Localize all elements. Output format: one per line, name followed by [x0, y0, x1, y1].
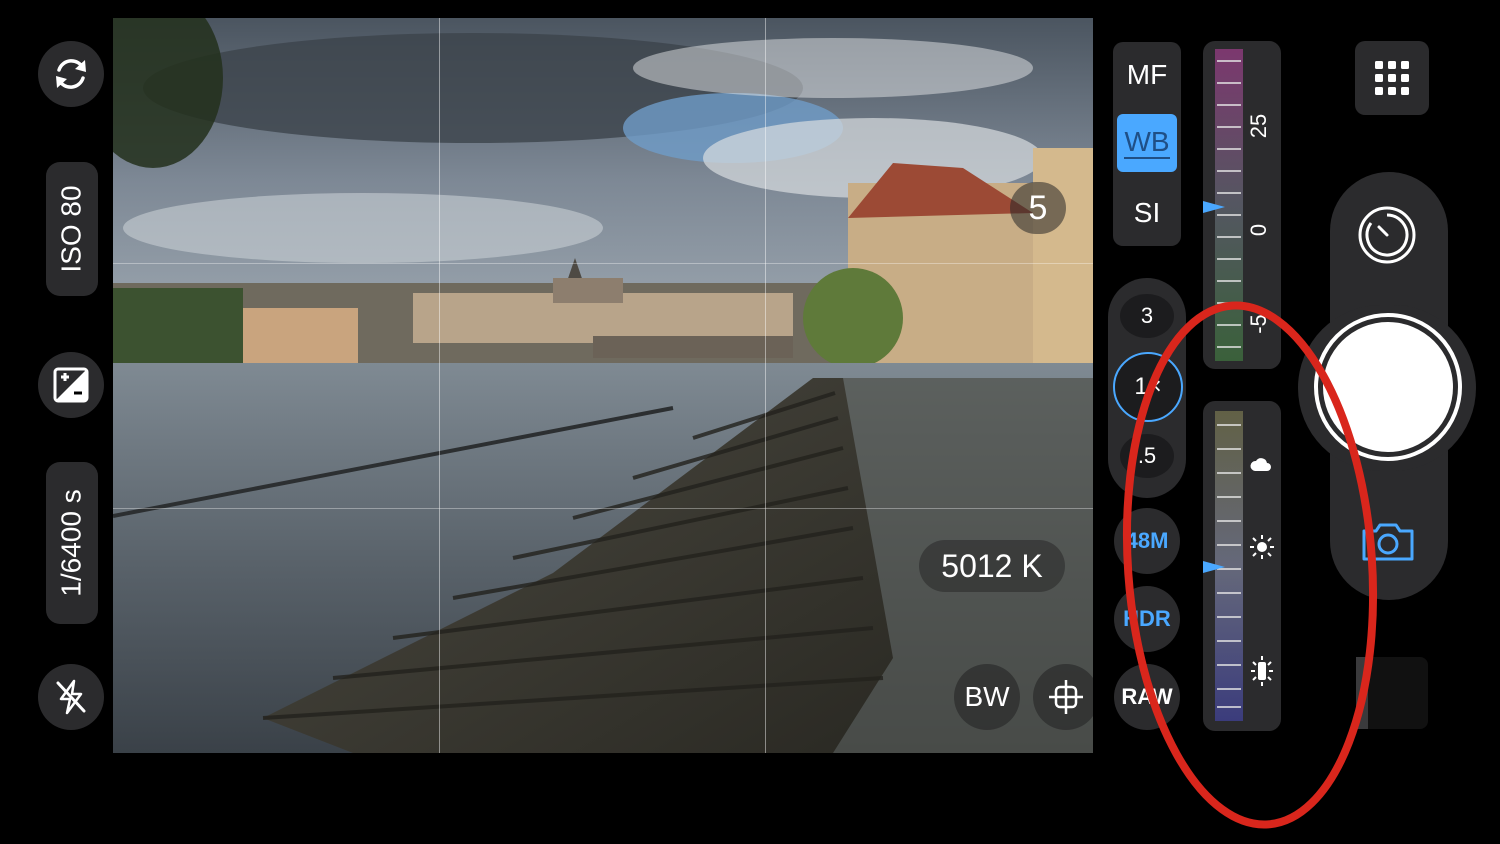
wb-kelvin-value: 5012 K	[941, 547, 1043, 584]
mode-si-label: SI	[1133, 197, 1161, 228]
focus-distance-badge: 5	[1010, 182, 1066, 234]
tint-label-0: 0	[1246, 223, 1272, 237]
flip-camera-button[interactable]	[38, 41, 104, 107]
focus-distance-value: 5	[1028, 188, 1048, 227]
level-crosshair-icon	[1049, 680, 1083, 714]
app-grid-button[interactable]	[1355, 41, 1429, 115]
grid-line	[439, 18, 440, 753]
flash-off-icon	[56, 679, 86, 715]
grid-line	[113, 508, 1093, 509]
iso-control[interactable]: ISO 80	[46, 162, 98, 296]
mode-wb-label: WB	[1124, 126, 1170, 159]
white-balance-readout: 5012 K	[919, 540, 1065, 592]
mode-selector: MF WB SI	[1113, 42, 1181, 246]
grid-line	[113, 263, 1093, 264]
mode-mf-button[interactable]: MF	[1117, 46, 1177, 104]
viewfinder[interactable]: 5 5012 K BW	[113, 18, 1093, 753]
timer-icon	[1358, 206, 1416, 264]
app-grid-icon	[1375, 61, 1409, 95]
shutter-speed-label: 1/6400 s	[56, 489, 88, 597]
mode-si-button[interactable]: SI	[1117, 184, 1177, 242]
iso-label: ISO 80	[56, 185, 88, 273]
exposure-compensation-icon	[53, 367, 89, 403]
level-button[interactable]	[1033, 664, 1093, 730]
mode-mf-label: MF	[1126, 59, 1168, 90]
bw-label: BW	[964, 681, 1010, 712]
tint-label-25: 25	[1246, 113, 1272, 139]
annotation-ellipse	[1122, 301, 1378, 829]
flip-camera-icon	[56, 59, 86, 89]
timer-button[interactable]	[1349, 197, 1425, 273]
shutter-speed-control[interactable]: 1/6400 s	[46, 462, 98, 624]
mode-wb-button[interactable]: WB	[1117, 114, 1177, 172]
exposure-compensation-button[interactable]	[38, 352, 104, 418]
bw-filter-button[interactable]: BW	[954, 664, 1020, 730]
grid-line	[765, 18, 766, 753]
flash-button[interactable]	[38, 664, 104, 730]
scene-image	[113, 18, 1093, 753]
